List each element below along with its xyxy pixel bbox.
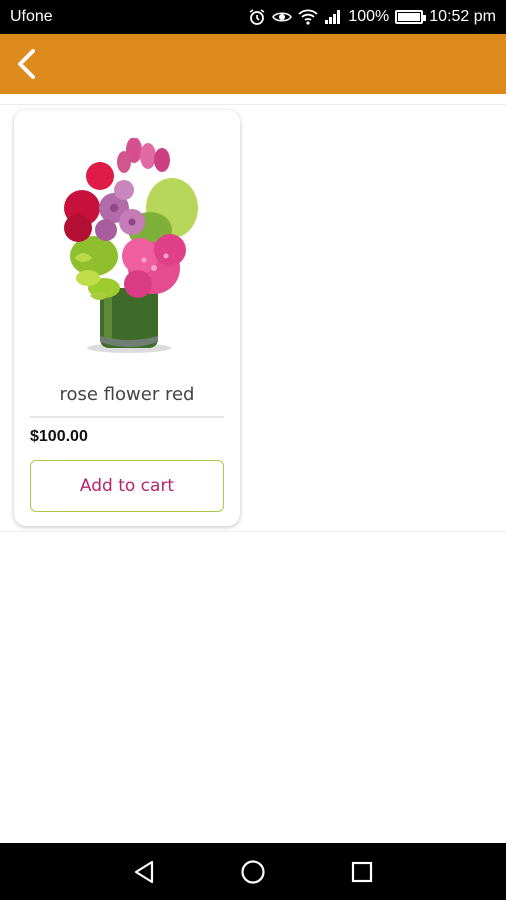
nav-home-button[interactable] (233, 852, 273, 892)
clock: 10:52 pm (429, 8, 496, 25)
status-bar: Ufone 100% 10:52 pm (0, 0, 506, 34)
back-triangle-icon (135, 860, 154, 883)
signal-icon (324, 9, 342, 25)
card-divider (30, 416, 224, 418)
home-circle-icon (241, 859, 265, 884)
product-price: $100.00 (30, 428, 88, 445)
wifi-icon (298, 9, 318, 25)
add-to-cart-button[interactable]: Add to cart (30, 460, 224, 512)
battery-icon (395, 10, 427, 24)
flower-bouquet-image[interactable] (54, 137, 204, 358)
product-name: rose flower red (59, 384, 195, 405)
app-bar (0, 34, 506, 94)
chevron-left-icon (18, 49, 35, 79)
product-card[interactable]: rose flower red $100.00 Add to cart (14, 110, 240, 526)
status-icons: 100% 10:52 pm (248, 8, 496, 26)
eye-icon (272, 9, 293, 25)
alarm-icon (248, 8, 266, 26)
recents-square-icon (351, 861, 372, 882)
system-nav-bar (0, 843, 506, 900)
content-divider-top (0, 104, 506, 105)
content-divider-bottom (0, 531, 506, 532)
nav-recents-button[interactable] (342, 852, 382, 892)
battery-percent: 100% (348, 8, 390, 25)
nav-back-button[interactable] (124, 852, 164, 892)
back-button[interactable] (8, 42, 44, 86)
carrier-name: Ufone (10, 8, 53, 25)
